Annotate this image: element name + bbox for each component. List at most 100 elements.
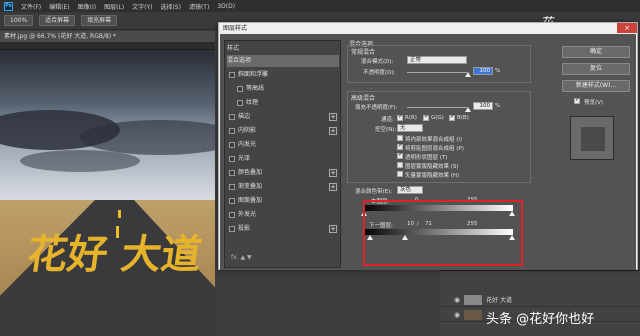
dialog-title: 图层样式 bbox=[219, 23, 637, 34]
advanced-blend-title: 高级混合 bbox=[351, 95, 376, 102]
style-list: 样式 混合选项 斜面和浮雕 等高线 纹理 描边 + 内阴影 + 内发光 光泽 颜色叠… bbox=[224, 40, 341, 268]
checkbox[interactable] bbox=[229, 114, 235, 120]
channel-b-checkbox[interactable] bbox=[449, 113, 455, 121]
fill-slider-track[interactable] bbox=[407, 107, 467, 108]
reset-button[interactable]: 复位 bbox=[562, 63, 630, 75]
checkbox[interactable] bbox=[237, 86, 243, 92]
style-item-label: 纹理 bbox=[246, 99, 259, 106]
style-item-gradient-overlay[interactable]: 渐变叠加 + bbox=[227, 181, 339, 193]
menu-type[interactable]: 文字(Y) bbox=[132, 2, 152, 11]
style-item-inner-shadow[interactable]: 内阴影 + bbox=[227, 125, 339, 137]
style-item-pattern-overlay[interactable]: 图案叠加 bbox=[227, 195, 339, 207]
checkbox[interactable] bbox=[229, 170, 235, 176]
style-item-texture[interactable]: 纹理 bbox=[227, 97, 339, 109]
opacity-input[interactable]: 100 bbox=[473, 67, 493, 75]
menu-bar: Ps 文件(F) 编辑(E) 图像(I) 图层(L) 文字(Y) 选择(S) 滤… bbox=[0, 0, 640, 12]
option-label: 透明形状图层 (T) bbox=[405, 155, 448, 161]
checkbox[interactable] bbox=[229, 156, 235, 162]
fill-opacity-input[interactable]: 100 bbox=[473, 102, 493, 110]
eye-icon[interactable]: ◉ bbox=[454, 296, 460, 304]
dialog-body: 样式 混合选项 斜面和浮雕 等高线 纹理 描边 + 内阴影 + 内发光 光泽 颜色叠… bbox=[220, 34, 636, 270]
document-tab[interactable]: 素材.jpg @ 66.7% (花好 大道, RGB/8) * bbox=[0, 31, 215, 42]
road-paint-text: 花好 大道 bbox=[24, 231, 205, 278]
eye-icon[interactable]: ◉ bbox=[454, 311, 460, 319]
style-preview bbox=[570, 116, 614, 160]
fx-toolbar[interactable]: fx. ▲ ▼ bbox=[231, 254, 252, 261]
menu-3d[interactable]: 3D(D) bbox=[217, 3, 235, 10]
fill-screen-button[interactable]: 填充屏幕 bbox=[81, 15, 118, 26]
checkbox[interactable] bbox=[229, 128, 235, 134]
add-icon[interactable]: + bbox=[329, 113, 337, 121]
style-item-bevel[interactable]: 斜面和浮雕 bbox=[227, 69, 339, 81]
opacity-slider-track[interactable] bbox=[407, 72, 467, 73]
style-item-color-overlay[interactable]: 颜色叠加 + bbox=[227, 167, 339, 179]
menu-file[interactable]: 文件(F) bbox=[21, 2, 41, 11]
style-item-stroke[interactable]: 描边 + bbox=[227, 111, 339, 123]
checkbox[interactable] bbox=[229, 184, 235, 190]
blend-mode-label: 混合模式(D): bbox=[361, 59, 394, 65]
opacity-label: 不透明度(O): bbox=[363, 70, 396, 76]
add-icon[interactable]: + bbox=[329, 127, 337, 135]
opacity-slider-knob[interactable] bbox=[465, 72, 471, 77]
channel-g-checkbox[interactable] bbox=[423, 113, 429, 121]
option-checkbox[interactable] bbox=[397, 151, 403, 159]
menu-image[interactable]: 图像(I) bbox=[78, 2, 96, 11]
style-item-outer-glow[interactable]: 外发光 bbox=[227, 209, 339, 221]
preview-square bbox=[581, 127, 605, 151]
close-button[interactable]: × bbox=[617, 23, 637, 33]
channel-b-label: B(B) bbox=[457, 115, 469, 121]
option-checkbox[interactable] bbox=[397, 135, 403, 141]
option-label: 图层蒙版隐藏效果 (S) bbox=[405, 164, 459, 170]
photoshop-logo: Ps bbox=[4, 1, 13, 11]
highlight-box bbox=[363, 200, 523, 266]
fit-screen-button[interactable]: 适合屏幕 bbox=[39, 15, 76, 26]
canvas-photo: 花好 大道 bbox=[0, 50, 215, 336]
blend-mode-select[interactable]: 正常 bbox=[407, 56, 467, 64]
checkbox[interactable] bbox=[229, 142, 235, 148]
style-item-satin[interactable]: 光泽 bbox=[227, 153, 339, 165]
menu-edit[interactable]: 编辑(E) bbox=[49, 2, 69, 11]
add-icon[interactable]: + bbox=[329, 225, 337, 233]
style-header-label: 样式 bbox=[227, 45, 240, 52]
menu-filter[interactable]: 滤镜(T) bbox=[189, 2, 209, 11]
percent-label: % bbox=[495, 103, 501, 109]
layer-row[interactable]: ◉ 花好 大道 bbox=[440, 293, 640, 307]
style-item-label: 内发光 bbox=[238, 141, 257, 148]
preview-checkbox[interactable] bbox=[574, 96, 580, 104]
ruler bbox=[0, 42, 215, 50]
style-item-label: 图案叠加 bbox=[238, 197, 263, 204]
checkbox[interactable] bbox=[229, 226, 235, 232]
style-item-blend-options[interactable]: 混合选项 bbox=[227, 55, 339, 67]
layer-name: 花好 大道 bbox=[486, 297, 513, 304]
fill-slider-knob[interactable] bbox=[465, 107, 471, 112]
new-style-button[interactable]: 新建样式(W)... bbox=[562, 80, 630, 92]
checkbox[interactable] bbox=[229, 212, 235, 218]
knockout-select[interactable]: 无 bbox=[397, 124, 423, 132]
cloud bbox=[20, 150, 140, 172]
blend-if-select[interactable]: 灰色 bbox=[397, 186, 423, 194]
style-item-label: 外发光 bbox=[238, 211, 257, 218]
knockout-label: 挖空(N): bbox=[375, 127, 397, 133]
add-icon[interactable]: + bbox=[329, 169, 337, 177]
menu-layer[interactable]: 图层(L) bbox=[104, 2, 124, 11]
checkbox[interactable] bbox=[237, 100, 243, 106]
option-label: 矢量蒙版隐藏效果 (H) bbox=[405, 173, 460, 179]
menu-select[interactable]: 选择(S) bbox=[160, 2, 181, 11]
style-item-inner-glow[interactable]: 内发光 bbox=[227, 139, 339, 151]
channel-r-checkbox[interactable] bbox=[397, 113, 403, 121]
style-item-drop-shadow[interactable]: 投影 + bbox=[227, 223, 339, 235]
fill-opacity-label: 填充不透明度(F): bbox=[355, 105, 398, 111]
zoom-100-button[interactable]: 100% bbox=[4, 15, 34, 26]
percent-label: % bbox=[495, 68, 501, 74]
option-checkbox[interactable] bbox=[397, 171, 403, 177]
option-checkbox[interactable] bbox=[397, 142, 403, 150]
ok-button[interactable]: 确定 bbox=[562, 46, 630, 58]
channel-g-label: G(G) bbox=[431, 115, 444, 121]
style-item-label: 内阴影 bbox=[238, 127, 257, 134]
watermark: 头条 @花好你也好 bbox=[486, 312, 595, 327]
checkbox[interactable] bbox=[229, 198, 235, 204]
style-item-contour[interactable]: 等高线 bbox=[227, 83, 339, 95]
add-icon[interactable]: + bbox=[329, 183, 337, 191]
option-checkbox[interactable] bbox=[397, 162, 403, 168]
checkbox[interactable] bbox=[229, 72, 235, 78]
